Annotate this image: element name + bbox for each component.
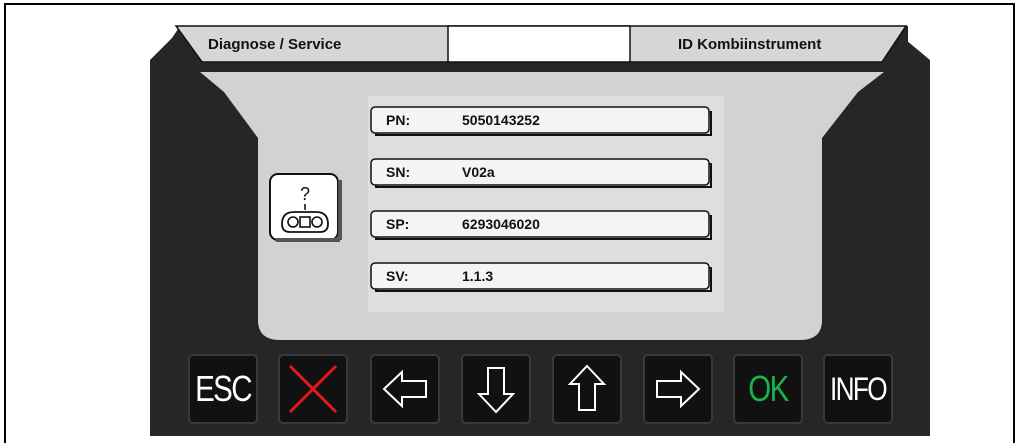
up-arrow-button[interactable] [552, 354, 622, 424]
question-mark-text: ? [300, 184, 310, 204]
right-arrow-button[interactable] [643, 354, 713, 424]
info-label: INFO [829, 370, 888, 407]
down-arrow-button[interactable] [461, 354, 531, 424]
field-value: V02a [462, 164, 495, 180]
control-panel: Diagnose / Service ID Kombiinstrument ? … [0, 0, 1026, 436]
ok-button[interactable]: OK [733, 354, 803, 424]
arrow-up-icon [552, 354, 622, 424]
header-title-right: ID Kombiinstrument [678, 35, 822, 53]
field-label: SN: [386, 164, 411, 180]
field-label: PN: [386, 112, 411, 128]
header-title-center [450, 26, 628, 62]
red-x-icon [278, 354, 348, 424]
info-button[interactable]: INFO [823, 354, 893, 424]
field-label: SP: [386, 216, 410, 232]
field-pn: PN: 5050143252 [370, 106, 712, 136]
field-label: SV: [386, 268, 409, 284]
arrow-left-icon [370, 354, 440, 424]
field-sp: SP: 6293046020 [370, 210, 712, 240]
field-sv: SV: 1.1.3 [370, 262, 712, 292]
arrow-right-icon [643, 354, 713, 424]
cancel-button[interactable] [278, 354, 348, 424]
header-title-left: Diagnose / Service [208, 35, 342, 53]
esc-label: ESC [195, 368, 252, 409]
left-arrow-button[interactable] [370, 354, 440, 424]
field-value: 6293046020 [462, 216, 540, 232]
field-value: 1.1.3 [462, 268, 494, 284]
field-value: 5050143252 [462, 112, 540, 128]
esc-button[interactable]: ESC [188, 354, 258, 424]
field-sn: SN: V02a [370, 158, 712, 188]
controller-help-icon: ? [268, 172, 342, 244]
ok-label: OK [748, 368, 789, 409]
arrow-down-icon [461, 354, 531, 424]
